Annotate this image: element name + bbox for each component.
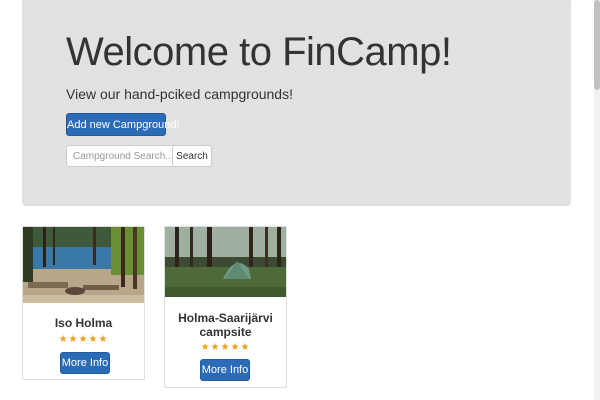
page-title: Welcome to FinCamp!: [66, 30, 452, 74]
page-scrollbar[interactable]: [594, 0, 600, 400]
campground-image[interactable]: [23, 227, 144, 303]
rating-stars: ★★★★★: [58, 334, 109, 345]
campground-card: Holma-Saarijärvi campsite ★★★★★ More Inf…: [164, 226, 287, 388]
rating-stars: ★★★★★: [200, 342, 251, 353]
forest-tent-image: [165, 227, 286, 297]
jumbotron: Welcome to FinCamp! View our hand-pciked…: [22, 0, 571, 206]
campground-search-input[interactable]: [66, 145, 182, 167]
campground-name: Iso Holma: [54, 316, 113, 330]
campground-image[interactable]: [165, 227, 286, 297]
add-campground-button[interactable]: Add new Campground!: [66, 113, 180, 136]
scrollbar-thumb[interactable]: [594, 0, 600, 90]
more-info-button[interactable]: More Info: [200, 359, 250, 381]
lake-shore-firepit-image: [23, 227, 144, 303]
campground-card: Iso Holma ★★★★★ More Info: [22, 226, 145, 380]
more-info-button[interactable]: More Info: [60, 352, 110, 374]
campground-name: Holma-Saarijärvi campsite: [178, 311, 273, 339]
search-button[interactable]: Search: [172, 145, 212, 167]
page-subtitle: View our hand-pciked campgrounds!: [66, 86, 293, 102]
